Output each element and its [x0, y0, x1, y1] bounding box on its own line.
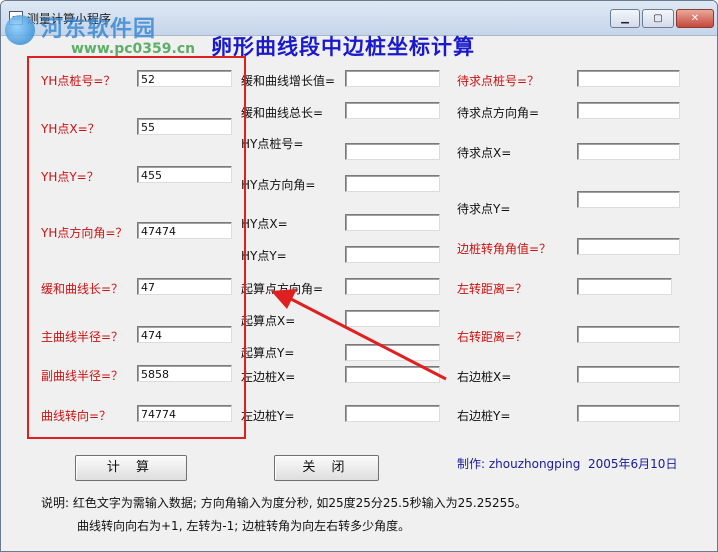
close-button[interactable]: 关 闭 — [274, 455, 379, 481]
app-window: ▭ 测量计算小程序 河东软件园 ▁ ▢ ✕ www.pc0359.cn 卵形曲线… — [0, 0, 718, 552]
author-credit: 制作: zhouzhongping — [457, 457, 581, 471]
instructions-line-1: 说明: 红色文字为需输入数据; 方向角输入为度分秒, 如25度25分25.5秒输… — [41, 496, 527, 510]
release-date: 2005年6月10日 — [588, 457, 678, 471]
calculate-button[interactable]: 计 算 — [75, 455, 187, 481]
instructions-line-2: 曲线转向向右为+1, 左转为-1; 边桩转角为向左右转多少角度。 — [77, 519, 411, 533]
